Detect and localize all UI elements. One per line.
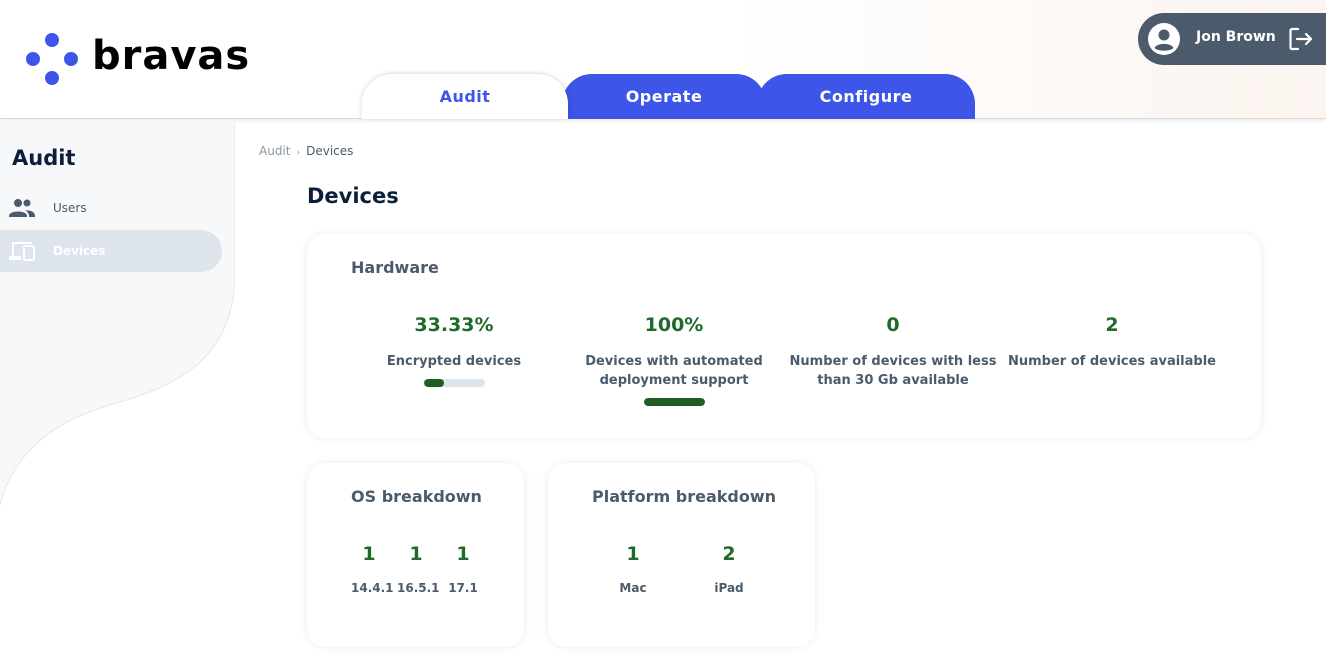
stat-value: 1 (362, 543, 376, 565)
metric-label: Devices with automated deployment suppor… (585, 354, 763, 388)
platform-stat: 1 Mac (613, 543, 653, 595)
os-stat: 1 14.4.1 (351, 543, 394, 595)
progress-bar (423, 379, 485, 387)
stat-label: 16.5.1 (397, 581, 440, 595)
devices-icon (9, 242, 35, 261)
hardware-card: Hardware 33.33% Encrypted devices 100% D… (307, 234, 1261, 438)
breadcrumb: Audit › Devices (259, 144, 353, 158)
users-icon (9, 199, 35, 217)
progress-fill (423, 379, 444, 387)
os-breakdown-card: OS breakdown 1 14.4.1 1 16.5.1 1 17.1 (307, 463, 524, 647)
stat-value: 2 (722, 543, 736, 565)
top-header: bravas Configure Operate Audit Jon Brown (0, 0, 1326, 119)
sidebar-item-users[interactable]: Users (0, 187, 222, 229)
tab-configure[interactable]: Configure (757, 74, 975, 119)
user-name: Jon Brown (1196, 29, 1276, 45)
brand-logo[interactable]: bravas (26, 33, 266, 87)
metric-value: 33.33% (414, 314, 494, 336)
breadcrumb-current: Devices (306, 144, 354, 158)
metric-label: Number of devices with less than 30 Gb a… (789, 354, 997, 388)
metric-value: 100% (644, 314, 704, 336)
tab-audit[interactable]: Audit (362, 74, 568, 119)
stat-label: Mac (619, 581, 647, 595)
breadcrumb-root[interactable]: Audit (259, 144, 290, 158)
os-stat: 1 17.1 (447, 543, 479, 595)
card-title: OS breakdown (351, 487, 482, 506)
platform-breakdown-card: Platform breakdown 1 Mac 2 iPad (548, 463, 815, 647)
stat-value: 1 (456, 543, 470, 565)
metric-value: 2 (1105, 314, 1119, 336)
card-title: Platform breakdown (592, 487, 776, 506)
metric-devices-available: 2 Number of devices available (1002, 314, 1222, 371)
metric-label: Number of devices available (1008, 354, 1216, 369)
metric-value: 0 (886, 314, 900, 336)
breadcrumb-separator: › (296, 148, 301, 158)
progress-bar (643, 398, 705, 406)
os-stat: 1 16.5.1 (397, 543, 440, 595)
stat-label: 14.4.1 (351, 581, 394, 595)
stat-label: iPad (714, 581, 744, 595)
sidebar: Audit Users Devices (0, 120, 235, 669)
stat-value: 1 (626, 543, 640, 565)
metric-low-storage: 0 Number of devices with less than 30 Gb… (783, 314, 1003, 390)
logo-dots-icon (26, 33, 78, 85)
sidebar-item-label: Devices (53, 244, 106, 258)
metric-label: Encrypted devices (386, 354, 522, 369)
page-title: Devices (307, 184, 399, 208)
metric-automated-deployment: 100% Devices with automated deployment s… (564, 314, 784, 406)
sidebar-item-devices[interactable]: Devices (0, 230, 222, 272)
progress-fill (643, 398, 705, 406)
sidebar-title: Audit (12, 146, 76, 170)
metric-encrypted: 33.33% Encrypted devices (344, 314, 564, 387)
stat-value: 1 (409, 543, 423, 565)
account-circle-icon (1148, 23, 1180, 55)
tab-operate[interactable]: Operate (562, 74, 766, 119)
platform-stat: 2 iPad (709, 543, 749, 595)
sidebar-item-label: Users (53, 201, 87, 215)
stat-label: 17.1 (448, 581, 478, 595)
user-menu[interactable]: Jon Brown (1138, 13, 1326, 65)
logout-icon[interactable] (1288, 26, 1314, 52)
card-title: Hardware (351, 258, 439, 277)
brand-name: bravas (92, 33, 251, 79)
